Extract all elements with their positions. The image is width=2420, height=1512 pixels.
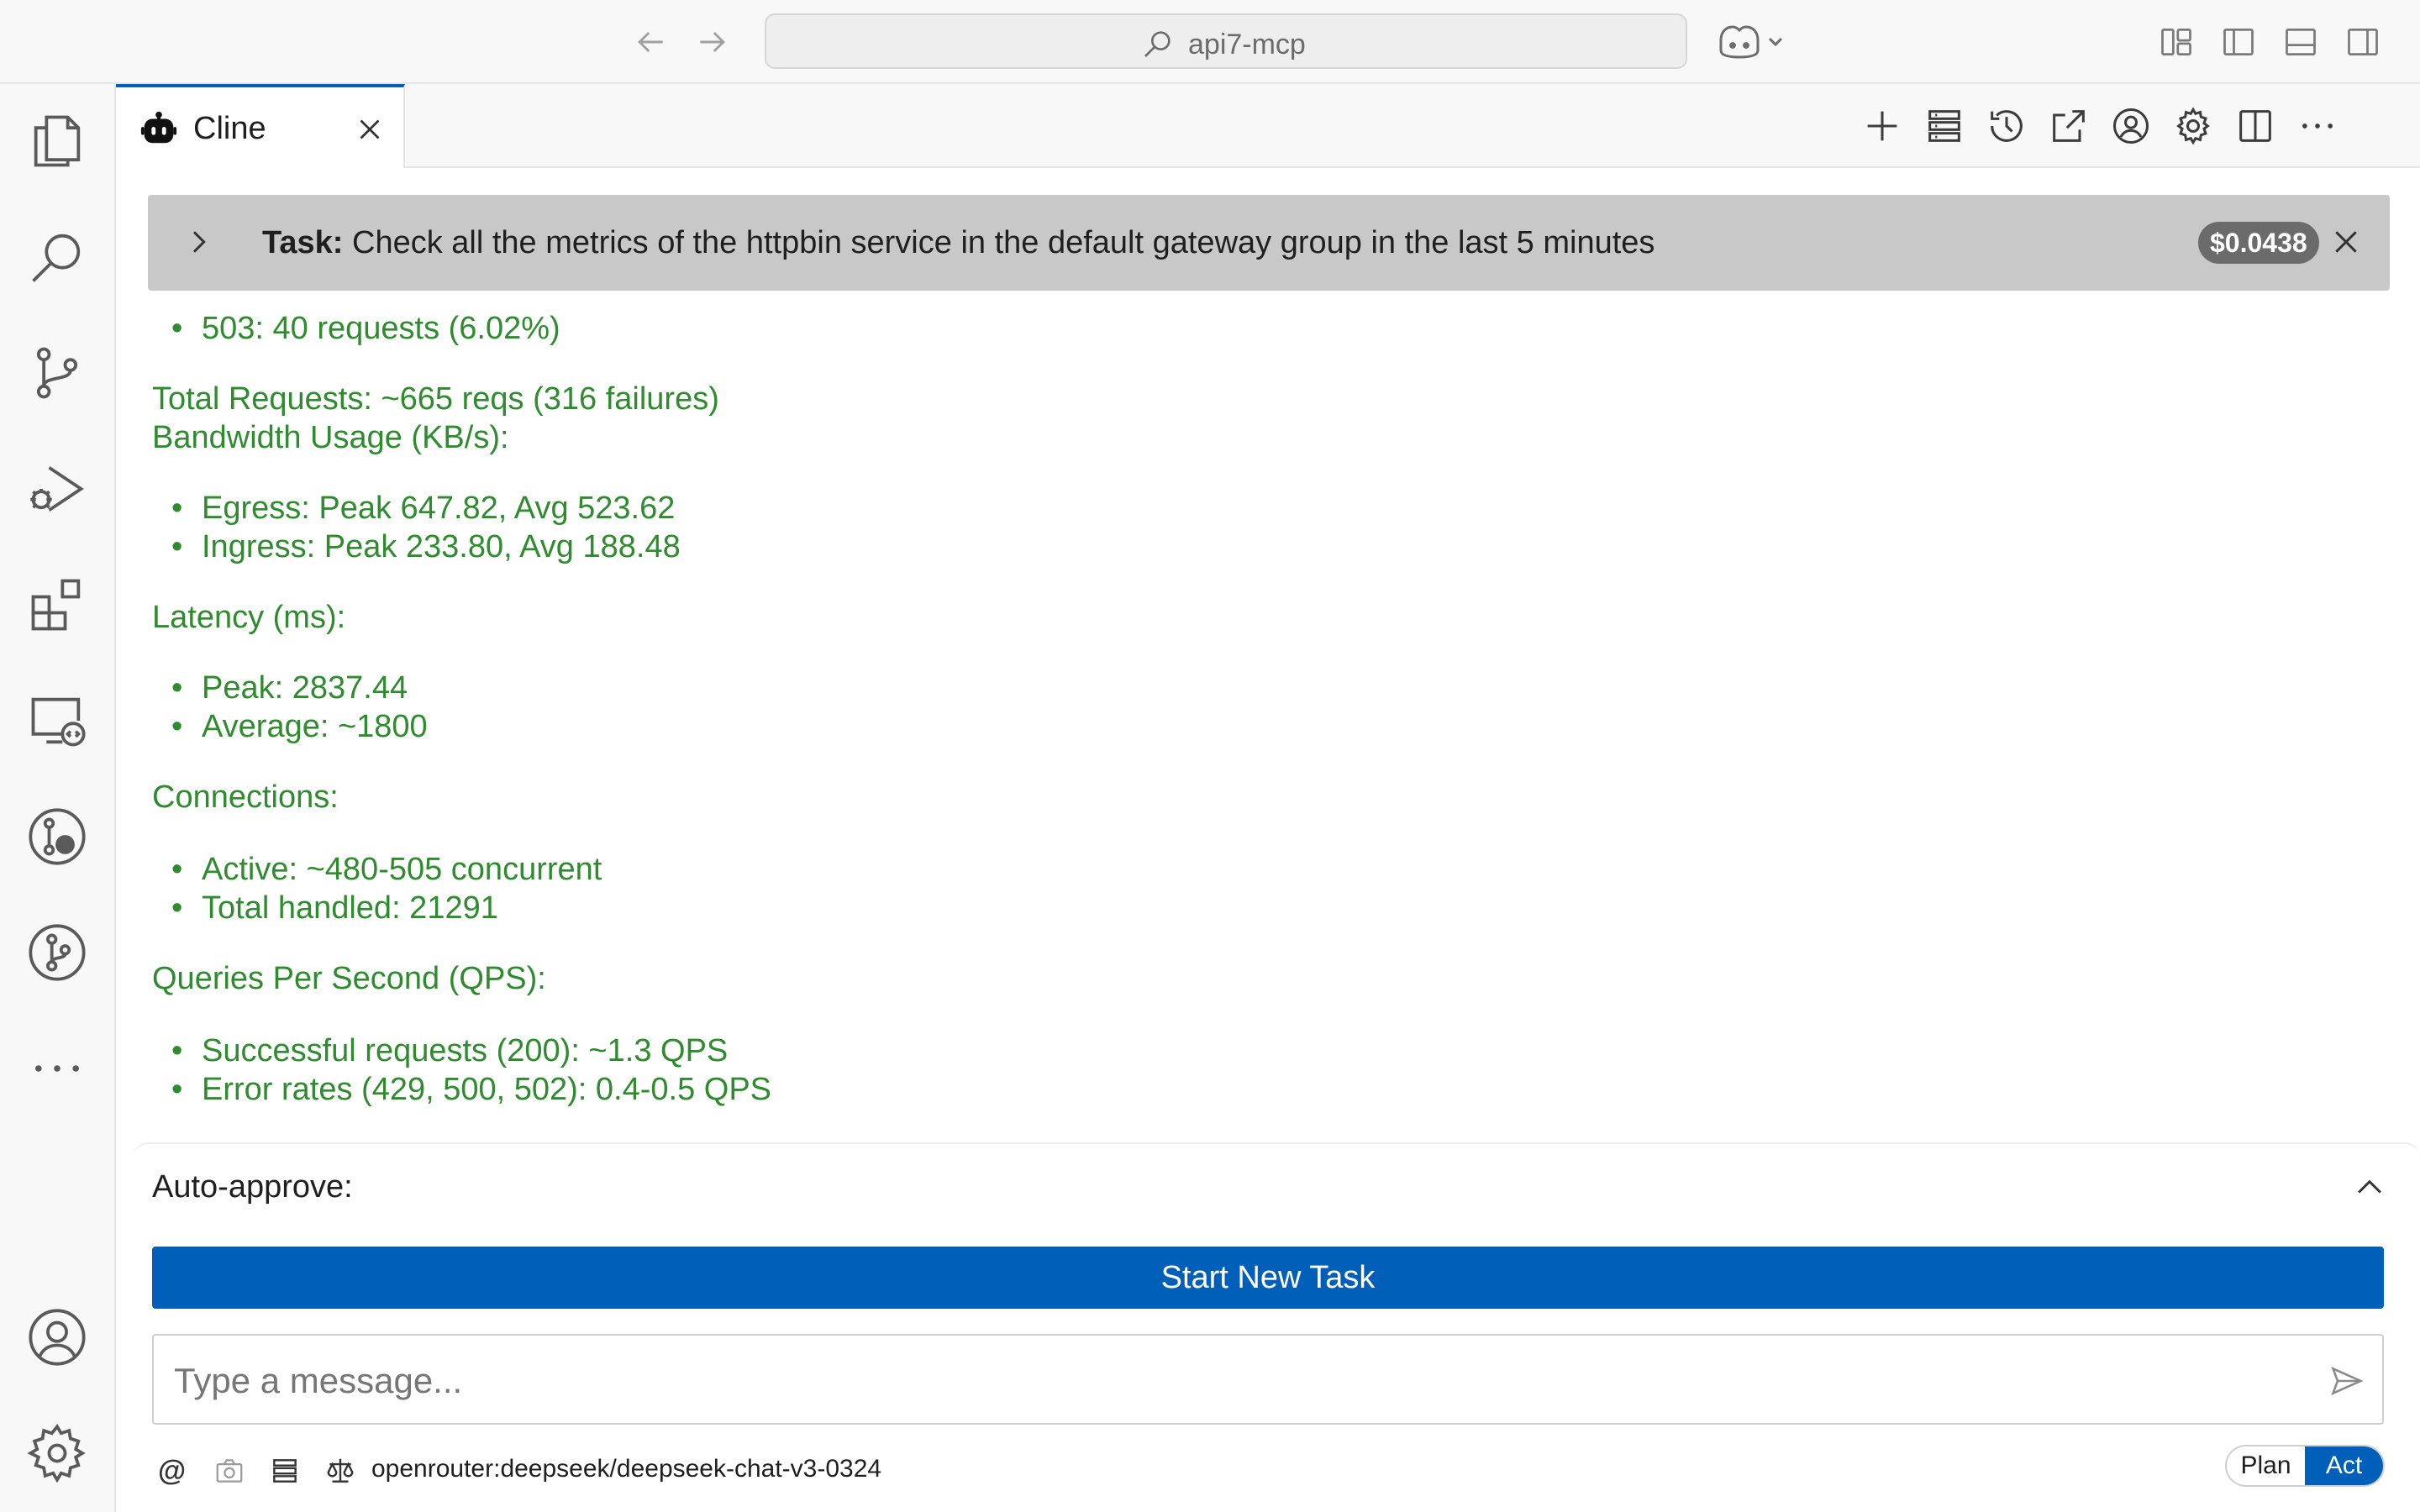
input-area: Auto-approve: Start New Task @ openroute… (133, 1142, 2420, 1512)
open-in-editor-icon[interactable] (2047, 104, 2091, 148)
title-bar: api7-mcp (0, 0, 2420, 84)
task-text: Check all the metrics of the httpbin ser… (343, 225, 1655, 260)
manage-gear-icon[interactable] (25, 1421, 89, 1485)
forward-arrow-icon[interactable] (694, 24, 731, 60)
send-icon[interactable] (2328, 1362, 2365, 1399)
model-scale-icon[interactable] (324, 1455, 356, 1487)
connections-heading: Connections: (152, 780, 339, 815)
mode-act-option[interactable]: Act (2305, 1446, 2383, 1485)
more-actions-icon[interactable] (2296, 104, 2339, 148)
list-item: Average: ~1800 (171, 709, 428, 745)
activity-bar (0, 84, 116, 1512)
back-arrow-icon[interactable] (632, 24, 669, 60)
list-item: Total handled: 21291 (171, 890, 498, 927)
run-debug-icon[interactable] (25, 457, 89, 521)
account-icon[interactable] (2109, 104, 2153, 148)
mcp-servers-icon[interactable] (1923, 104, 1966, 148)
source-control-icon[interactable] (25, 341, 89, 405)
new-task-plus-icon[interactable] (1860, 104, 1904, 148)
split-editor-icon[interactable] (2233, 104, 2277, 148)
chevron-right-icon[interactable] (182, 225, 215, 259)
task-prefix: Task: (262, 225, 344, 260)
list-item: Successful requests (200): ~1.3 QPS (171, 1033, 728, 1069)
list-item: Ingress: Peak 233.80, Avg 188.48 (171, 529, 681, 565)
close-icon[interactable] (2329, 225, 2363, 259)
latency-heading: Latency (ms): (152, 600, 346, 635)
close-icon[interactable] (355, 114, 385, 144)
toggle-panel-icon[interactable] (2282, 24, 2319, 60)
history-icon[interactable] (1985, 104, 2028, 148)
tab-cline[interactable]: Cline (116, 84, 405, 168)
tab-label: Cline (193, 111, 266, 146)
message-input-box[interactable] (152, 1334, 2384, 1425)
total-requests-text: Total Requests: ~665 reqs (316 failures) (152, 381, 719, 417)
remote-explorer-icon[interactable] (25, 689, 89, 753)
list-item: 503: 40 requests (6.02%) (171, 311, 560, 347)
mcp-servers-icon[interactable] (269, 1455, 301, 1487)
customize-layout-icon[interactable] (2158, 24, 2195, 60)
cline-robot-icon (139, 109, 178, 148)
explorer-icon[interactable] (25, 109, 89, 173)
gitlens-icon[interactable] (25, 805, 89, 869)
auto-approve-label[interactable]: Auto-approve: (152, 1169, 353, 1205)
copilot-icon[interactable] (1714, 20, 1790, 64)
git-graph-icon[interactable] (25, 921, 89, 984)
command-center-search[interactable]: api7-mcp (765, 13, 1687, 69)
mode-plan-option[interactable]: Plan (2227, 1446, 2305, 1485)
task-description: Task: Check all the metrics of the httpb… (262, 225, 1655, 261)
mention-at-icon[interactable]: @ (158, 1455, 190, 1487)
toggle-primary-sidebar-icon[interactable] (2220, 24, 2257, 60)
list-item: Egress: Peak 647.82, Avg 523.62 (171, 491, 675, 527)
extensions-icon[interactable] (25, 573, 89, 637)
list-item: Error rates (429, 500, 502): 0.4-0.5 QPS (171, 1072, 771, 1108)
start-new-task-button[interactable]: Start New Task (152, 1247, 2384, 1309)
message-input[interactable] (174, 1356, 2275, 1406)
workspace-name: api7-mcp (1188, 29, 1306, 60)
task-header[interactable]: Task: Check all the metrics of the httpb… (148, 195, 2390, 291)
toggle-secondary-sidebar-icon[interactable] (2344, 24, 2381, 60)
accounts-icon[interactable] (25, 1305, 89, 1369)
plan-act-toggle[interactable]: Plan Act (2225, 1445, 2385, 1487)
settings-gear-icon[interactable] (2171, 104, 2215, 148)
cline-panel: Task: Check all the metrics of the httpb… (116, 170, 2420, 1512)
cost-badge: $0.0438 (2198, 222, 2319, 264)
list-item: Active: ~480-505 concurrent (171, 852, 602, 888)
bandwidth-heading: Bandwidth Usage (KB/s): (152, 420, 509, 455)
list-item: Peak: 2837.44 (171, 670, 408, 706)
camera-icon[interactable] (213, 1455, 245, 1487)
qps-heading: Queries Per Second (QPS): (152, 961, 546, 996)
search-icon[interactable] (25, 225, 89, 289)
chevron-up-icon[interactable] (2351, 1169, 2388, 1206)
more-icon[interactable] (25, 1037, 89, 1100)
model-selector[interactable]: openrouter:deepseek/deepseek-chat-v3-032… (371, 1455, 881, 1483)
search-icon (1141, 27, 1175, 60)
editor-tab-strip: Cline (116, 84, 2420, 168)
